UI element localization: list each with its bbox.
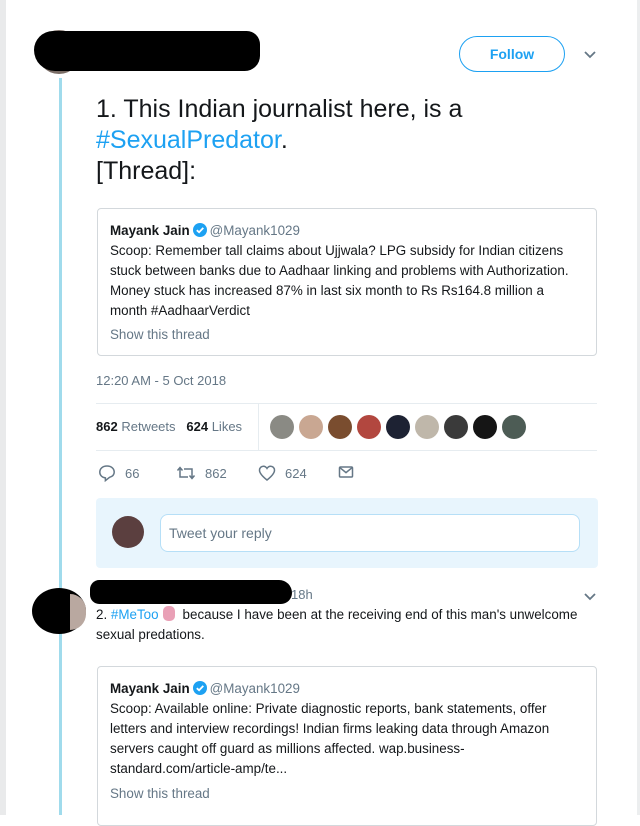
liker-avatar[interactable] — [415, 415, 439, 439]
quoted-author-name[interactable]: Mayank Jain — [110, 223, 190, 238]
metoo-hashtag-link[interactable]: #MeToo — [111, 607, 159, 622]
liker-avatar[interactable] — [444, 415, 468, 439]
reply-time[interactable]: 18h — [291, 587, 313, 602]
thread-number: 2. — [96, 607, 108, 622]
retweet-icon — [176, 466, 196, 480]
retweets-count[interactable]: 862 — [96, 419, 118, 434]
quoted-tweet-text: Scoop: Remember tall claims about Ujjwal… — [110, 243, 569, 318]
hashtag-link[interactable]: #SexualPredator — [96, 126, 281, 154]
stats-divider — [258, 404, 259, 450]
show-thread-link-2[interactable]: Show this thread — [110, 784, 584, 804]
direct-message-action[interactable] — [338, 464, 363, 480]
quoted-tweet-2[interactable]: Mayank Jain @Mayank1029 Scoop: Available … — [97, 666, 597, 826]
thread-connector — [59, 78, 62, 588]
liker-avatars — [270, 415, 531, 439]
liker-avatar[interactable] — [502, 415, 526, 439]
like-count: 624 — [285, 465, 307, 481]
avatar-edge — [70, 594, 86, 630]
show-thread-link[interactable]: Show this thread — [110, 325, 584, 345]
follow-button[interactable]: Follow — [459, 36, 565, 72]
reply-input[interactable]: Tweet your reply — [160, 514, 580, 552]
retweet-count: 862 — [205, 465, 227, 481]
engagement-stats: 862 Retweets 624 Likes — [96, 403, 597, 451]
reply-action[interactable]: 66 — [98, 464, 139, 482]
likes-label[interactable]: Likes — [212, 419, 242, 434]
tweet-text: 1. This Indian journalist here, is a #Se… — [96, 94, 616, 187]
envelope-icon — [338, 466, 354, 478]
reply-composer: Tweet your reply — [96, 498, 598, 568]
quoted-author-handle[interactable]: @Mayank1029 — [210, 223, 300, 238]
verified-badge-icon-2 — [192, 681, 207, 695]
thread-connector-lower — [59, 632, 62, 815]
window-left-edge — [0, 0, 6, 815]
quoted-tweet[interactable]: Mayank Jain @Mayank1029 Scoop: Remember t… — [97, 208, 597, 356]
heart-icon — [258, 465, 276, 481]
liker-avatar[interactable] — [270, 415, 294, 439]
verified-badge-icon — [192, 223, 207, 237]
retweet-action[interactable]: 862 — [176, 464, 227, 482]
chevron-down-icon-2[interactable] — [583, 592, 597, 602]
quoted-author-handle-2[interactable]: @Mayank1029 — [210, 681, 300, 696]
quoted-tweet-2-text: Scoop: Available online: Private diagnos… — [110, 701, 550, 776]
quoted-author-name-2[interactable]: Mayank Jain — [110, 681, 190, 696]
liker-avatar[interactable] — [357, 415, 381, 439]
likes-count[interactable]: 624 — [186, 419, 208, 434]
retweets-label[interactable]: Retweets — [121, 419, 175, 434]
tweet-line-3: [Thread]: — [96, 157, 197, 185]
liker-avatar[interactable] — [328, 415, 352, 439]
quoted-tweet-header: Mayank Jain @Mayank1029 — [110, 221, 584, 241]
liker-avatar[interactable] — [473, 415, 497, 439]
tweet-timestamp[interactable]: 12:20 AM - 5 Oct 2018 — [96, 373, 226, 388]
liker-avatar[interactable] — [386, 415, 410, 439]
quoted-tweet-2-header: Mayank Jain @Mayank1029 — [110, 679, 584, 699]
redacted-author-name — [34, 31, 260, 71]
reply-tweet-text: 2. #MeToo because I have been at the rece… — [96, 605, 606, 645]
tweet-line-2: #SexualPredator. — [96, 125, 616, 156]
liker-avatar[interactable] — [299, 415, 323, 439]
reply-icon — [99, 465, 115, 482]
current-user-avatar — [112, 516, 144, 548]
like-action[interactable]: 624 — [258, 464, 307, 482]
redacted-reply-author — [90, 580, 292, 604]
stats-text: 862 Retweets 624 Likes — [96, 419, 242, 434]
raised-hand-emoji-icon — [162, 606, 175, 621]
chevron-down-icon[interactable] — [583, 50, 597, 60]
reply-count: 66 — [125, 465, 140, 481]
tweet-punct: . — [280, 126, 288, 154]
tweet-line-1: 1. This Indian journalist here, is a — [96, 95, 463, 123]
